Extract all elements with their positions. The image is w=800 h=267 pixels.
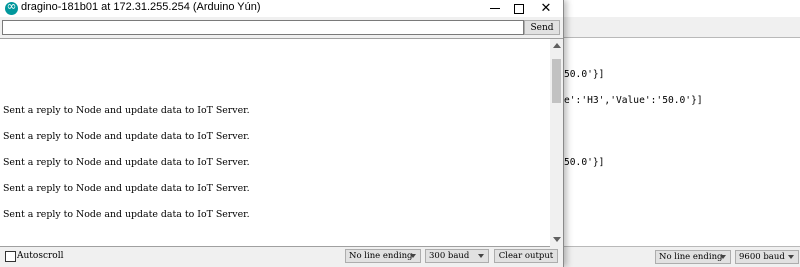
send-input[interactable] bbox=[2, 20, 524, 35]
minimize-button[interactable] bbox=[482, 0, 508, 17]
output-line: Sent a reply to Node and update data to … bbox=[3, 183, 250, 194]
background-bottom-bar: No line ending 9600 baud bbox=[564, 246, 800, 267]
send-button[interactable]: Send bbox=[524, 20, 560, 35]
background-output-line: 50.0'}] bbox=[564, 69, 605, 80]
vertical-scrollbar[interactable] bbox=[550, 38, 563, 248]
scroll-up-icon[interactable] bbox=[553, 43, 561, 48]
close-button[interactable]: ✕ bbox=[533, 0, 559, 17]
background-line-ending-label: No line ending bbox=[659, 252, 723, 262]
maximize-button[interactable] bbox=[506, 0, 532, 17]
window-title: dragino-181b01 at 172.31.255.254 (Arduin… bbox=[21, 1, 261, 13]
serial-output-area[interactable]: Sent a reply to Node and update data to … bbox=[0, 38, 550, 247]
chevron-down-icon bbox=[720, 255, 726, 259]
serial-monitor-window: dragino-181b01 at 172.31.255.254 (Arduin… bbox=[0, 0, 564, 267]
background-output-line: e':'H3','Value':'50.0'}] bbox=[564, 95, 703, 106]
output-line: Sent a reply to Node and update data to … bbox=[3, 131, 250, 142]
background-titlebar bbox=[564, 0, 800, 18]
scroll-down-icon[interactable] bbox=[553, 237, 561, 242]
background-output-line: 50.0'}] bbox=[564, 157, 605, 168]
clear-output-button[interactable]: Clear output bbox=[494, 249, 558, 263]
chevron-down-icon bbox=[478, 254, 484, 258]
baud-rate-label: 300 baud bbox=[429, 251, 470, 261]
chevron-down-icon bbox=[410, 254, 416, 258]
autoscroll-checkbox[interactable] bbox=[5, 251, 16, 262]
line-ending-select[interactable]: No line ending bbox=[345, 249, 421, 263]
output-line: Sent a reply to Node and update data to … bbox=[3, 105, 250, 116]
output-line: Sent a reply to Node and update data to … bbox=[3, 157, 250, 168]
background-output-area: 50.0'}] e':'H3','Value':'50.0'}] 50.0'}] bbox=[564, 37, 800, 247]
arduino-logo-icon bbox=[5, 0, 18, 15]
scrollbar-thumb[interactable] bbox=[552, 59, 561, 103]
line-ending-label: No line ending bbox=[349, 251, 413, 261]
background-input-row bbox=[564, 17, 800, 37]
output-line: Sent a reply to Node and update data to … bbox=[3, 209, 250, 220]
background-baud-select[interactable]: 9600 baud bbox=[735, 250, 799, 264]
titlebar[interactable]: dragino-181b01 at 172.31.255.254 (Arduin… bbox=[0, 0, 563, 17]
background-baud-label: 9600 baud bbox=[739, 252, 785, 262]
bottom-bar: Autoscroll No line ending 300 baud Clear… bbox=[0, 247, 563, 267]
autoscroll-label[interactable]: Autoscroll bbox=[17, 251, 63, 261]
chevron-down-icon bbox=[788, 255, 794, 259]
baud-rate-select[interactable]: 300 baud bbox=[425, 249, 489, 263]
background-line-ending-select[interactable]: No line ending bbox=[655, 250, 731, 264]
